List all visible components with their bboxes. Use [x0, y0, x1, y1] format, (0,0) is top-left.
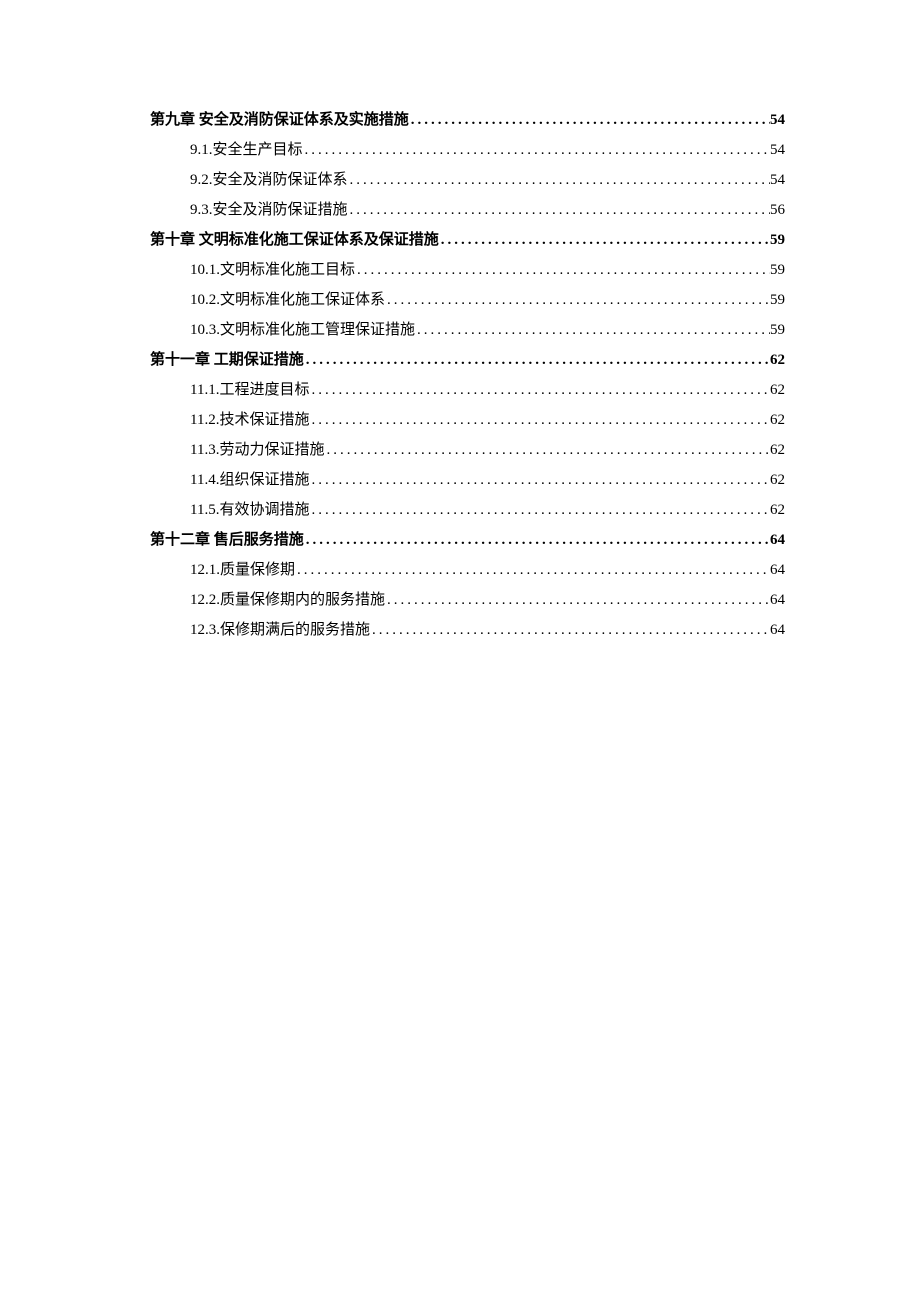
toc-entry-label: 9.1.安全生产目标: [190, 140, 303, 161]
toc-entry: 11.4.组织保证措施 62: [190, 470, 785, 491]
toc-leader-dots: [409, 110, 770, 131]
table-of-contents: 第九章 安全及消防保证体系及实施措施549.1.安全生产目标549.2.安全及消…: [150, 110, 785, 641]
toc-leader-dots: [385, 290, 770, 311]
toc-entry-page: 59: [770, 320, 785, 341]
toc-leader-dots: [295, 560, 770, 581]
toc-entry: 11.3.劳动力保证措施 62: [190, 440, 785, 461]
toc-entry-page: 64: [770, 590, 785, 611]
toc-entry-label: 11.2.技术保证措施: [190, 410, 309, 431]
toc-entry-page: 54: [770, 140, 785, 161]
toc-entry: 11.2.技术保证措施 62: [190, 410, 785, 431]
toc-entry-page: 62: [770, 380, 785, 401]
toc-entry-page: 62: [770, 470, 785, 491]
toc-entry-label: 10.1.文明标准化施工目标: [190, 260, 355, 281]
toc-entry-page: 59: [770, 230, 785, 251]
toc-entry: 9.1.安全生产目标 54: [190, 140, 785, 161]
toc-leader-dots: [370, 620, 770, 641]
toc-leader-dots: [309, 470, 770, 491]
toc-entry-label: 第十章 文明标准化施工保证体系及保证措施: [150, 230, 439, 251]
toc-entry-label: 10.2.文明标准化施工保证体系: [190, 290, 385, 311]
toc-entry-page: 64: [770, 620, 785, 641]
toc-entry-page: 62: [770, 440, 785, 461]
toc-leader-dots: [309, 410, 770, 431]
toc-leader-dots: [303, 140, 770, 161]
toc-entry: 9.2.安全及消防保证体系 54: [190, 170, 785, 191]
toc-entry: 10.3.文明标准化施工管理保证措施 59: [190, 320, 785, 341]
toc-entry-label: 第十二章 售后服务措施: [150, 530, 304, 551]
toc-entry: 12.2.质量保修期内的服务措施 64: [190, 590, 785, 611]
toc-leader-dots: [385, 590, 770, 611]
toc-leader-dots: [309, 500, 770, 521]
toc-entry-label: 11.5.有效协调措施: [190, 500, 309, 521]
toc-entry: 第十二章 售后服务措施 64: [150, 530, 785, 551]
toc-entry-page: 64: [770, 530, 785, 551]
toc-entry-label: 12.1.质量保修期: [190, 560, 295, 581]
toc-entry-page: 59: [770, 260, 785, 281]
toc-leader-dots: [415, 320, 770, 341]
toc-entry: 12.1.质量保修期 64: [190, 560, 785, 581]
toc-entry-page: 54: [770, 110, 785, 131]
toc-entry-label: 第九章 安全及消防保证体系及实施措施: [150, 110, 409, 131]
toc-entry-label: 11.1.工程进度目标: [190, 380, 309, 401]
toc-entry-label: 9.3.安全及消防保证措施: [190, 200, 348, 221]
toc-leader-dots: [348, 200, 770, 221]
toc-leader-dots: [355, 260, 770, 281]
toc-leader-dots: [309, 380, 770, 401]
toc-entry-label: 11.3.劳动力保证措施: [190, 440, 324, 461]
toc-entry: 第十章 文明标准化施工保证体系及保证措施 59: [150, 230, 785, 251]
toc-entry-label: 11.4.组织保证措施: [190, 470, 309, 491]
toc-entry-page: 54: [770, 170, 785, 191]
toc-entry-label: 12.3.保修期满后的服务措施: [190, 620, 370, 641]
toc-entry: 10.1.文明标准化施工目标 59: [190, 260, 785, 281]
toc-entry: 第十一章 工期保证措施 62: [150, 350, 785, 371]
toc-entry-label: 10.3.文明标准化施工管理保证措施: [190, 320, 415, 341]
toc-entry-label: 9.2.安全及消防保证体系: [190, 170, 348, 191]
toc-entry-page: 62: [770, 500, 785, 521]
toc-leader-dots: [304, 530, 770, 551]
toc-entry-page: 56: [770, 200, 785, 221]
toc-entry-page: 62: [770, 350, 785, 371]
toc-entry: 12.3.保修期满后的服务措施 64: [190, 620, 785, 641]
toc-entry: 11.5.有效协调措施 62: [190, 500, 785, 521]
toc-entry-label: 第十一章 工期保证措施: [150, 350, 304, 371]
toc-entry-page: 64: [770, 560, 785, 581]
toc-entry-label: 12.2.质量保修期内的服务措施: [190, 590, 385, 611]
toc-entry: 10.2.文明标准化施工保证体系 59: [190, 290, 785, 311]
toc-entry-page: 62: [770, 410, 785, 431]
toc-leader-dots: [324, 440, 770, 461]
toc-leader-dots: [439, 230, 770, 251]
toc-entry: 9.3.安全及消防保证措施 56: [190, 200, 785, 221]
toc-entry: 第九章 安全及消防保证体系及实施措施 54: [150, 110, 785, 131]
toc-leader-dots: [304, 350, 770, 371]
toc-entry: 11.1.工程进度目标 62: [190, 380, 785, 401]
toc-entry-page: 59: [770, 290, 785, 311]
toc-leader-dots: [348, 170, 770, 191]
